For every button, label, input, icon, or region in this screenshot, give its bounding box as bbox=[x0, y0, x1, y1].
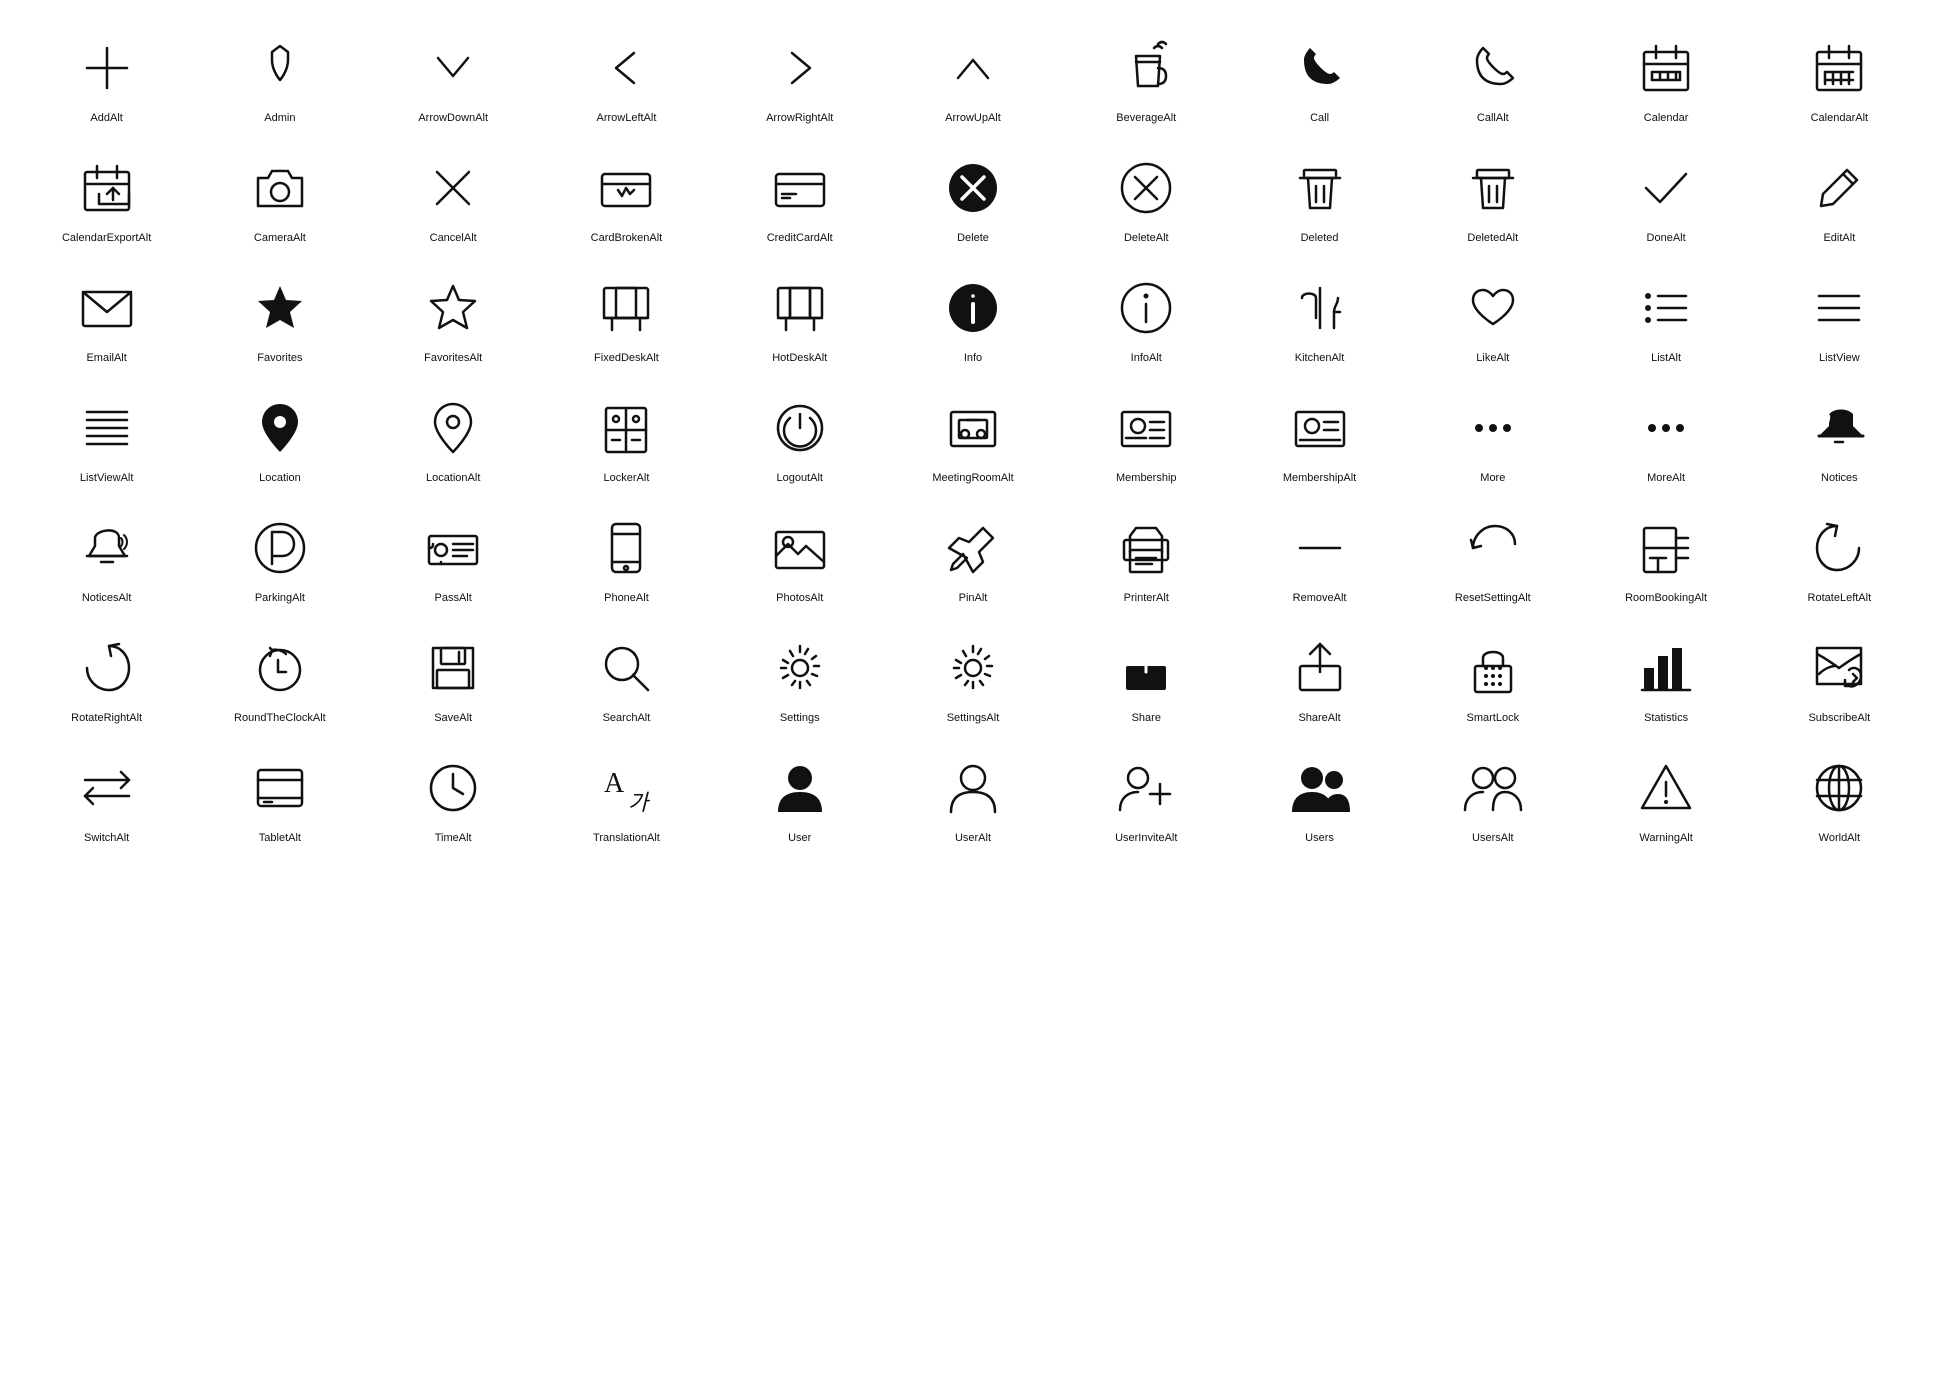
icon-like-alt: LikeAlt bbox=[1406, 260, 1579, 370]
icon-call-alt: CallAlt bbox=[1406, 20, 1579, 130]
icon-camera-alt: CameraAlt bbox=[193, 140, 366, 250]
icon-meeting-room-alt: MeetingRoomAlt bbox=[886, 380, 1059, 490]
icon-smart-lock: SmartLock bbox=[1406, 620, 1579, 730]
icon-locker-alt: LockerAlt bbox=[540, 380, 713, 490]
icon-subscribe-alt: SubscribeAlt bbox=[1753, 620, 1926, 730]
icon-parking-alt: ParkingAlt bbox=[193, 500, 366, 610]
icon-calendar: Calendar bbox=[1579, 20, 1752, 130]
icon-card-broken-alt: CardBrokenAlt bbox=[540, 140, 713, 250]
icon-location: Location bbox=[193, 380, 366, 490]
icon-list-view-alt: ListViewAlt bbox=[20, 380, 193, 490]
icon-remove-alt: RemoveAlt bbox=[1233, 500, 1406, 610]
icon-location-alt: LocationAlt bbox=[367, 380, 540, 490]
icon-membership: Membership bbox=[1060, 380, 1233, 490]
icon-delete: Delete bbox=[886, 140, 1059, 250]
icon-user: User bbox=[713, 740, 886, 850]
icon-deleted-alt: DeletedAlt bbox=[1406, 140, 1579, 250]
icon-calendar-export-alt: CalendarExportAlt bbox=[20, 140, 193, 250]
icon-delete-alt: DeleteAlt bbox=[1060, 140, 1233, 250]
icon-user-invite-alt: UserInviteAlt bbox=[1060, 740, 1233, 850]
icon-favorites: Favorites bbox=[193, 260, 366, 370]
icon-save-alt: SaveAlt bbox=[367, 620, 540, 730]
icon-grid: AddAlt Admin ArrowDownAlt ArrowLeftAlt A… bbox=[20, 20, 1926, 850]
icon-pass-alt: PassAlt bbox=[367, 500, 540, 610]
icon-time-alt: TimeAlt bbox=[367, 740, 540, 850]
icon-info: Info bbox=[886, 260, 1059, 370]
icon-beverage-alt: BeverageAlt bbox=[1060, 20, 1233, 130]
icon-round-clock-alt: RoundTheClockAlt bbox=[193, 620, 366, 730]
icon-notices: Notices bbox=[1753, 380, 1926, 490]
icon-settings-alt: SettingsAlt bbox=[886, 620, 1059, 730]
icon-kitchen-alt: KitchenAlt bbox=[1233, 260, 1406, 370]
icon-add-alt: AddAlt bbox=[20, 20, 193, 130]
svg-text:A: A bbox=[604, 768, 625, 799]
icon-logout-alt: LogoutAlt bbox=[713, 380, 886, 490]
icon-pin-alt: PinAlt bbox=[886, 500, 1059, 610]
icon-notices-alt: NoticesAlt bbox=[20, 500, 193, 610]
icon-settings: Settings bbox=[713, 620, 886, 730]
icon-warning-alt: WarningAlt bbox=[1579, 740, 1752, 850]
icon-statistics: Statistics bbox=[1579, 620, 1752, 730]
icon-favorites-alt: FavoritesAlt bbox=[367, 260, 540, 370]
icon-translation-alt: A 가 TranslationAlt bbox=[540, 740, 713, 850]
icon-arrow-right-alt: ArrowRightAlt bbox=[713, 20, 886, 130]
icon-calendar-alt: CalendarAlt bbox=[1753, 20, 1926, 130]
icon-membership-alt: MembershipAlt bbox=[1233, 380, 1406, 490]
icon-arrow-up-alt: ArrowUpAlt bbox=[886, 20, 1059, 130]
icon-fixed-desk-alt: FixedDeskAlt bbox=[540, 260, 713, 370]
icon-tablet-alt: TabletAlt bbox=[193, 740, 366, 850]
icon-phone-alt: PhoneAlt bbox=[540, 500, 713, 610]
icon-done-alt: DoneAlt bbox=[1579, 140, 1752, 250]
icon-edit-alt: EditAlt bbox=[1753, 140, 1926, 250]
icon-share: Share bbox=[1060, 620, 1233, 730]
icon-reset-setting-alt: ResetSettingAlt bbox=[1406, 500, 1579, 610]
icon-photos-alt: PhotosAlt bbox=[713, 500, 886, 610]
icon-rotate-left-alt: RotateLeftAlt bbox=[1753, 500, 1926, 610]
icon-more: More bbox=[1406, 380, 1579, 490]
icon-call: Call bbox=[1233, 20, 1406, 130]
icon-share-alt: ShareAlt bbox=[1233, 620, 1406, 730]
icon-more-alt: MoreAlt bbox=[1579, 380, 1752, 490]
svg-text:가: 가 bbox=[628, 790, 651, 815]
icon-switch-alt: SwitchAlt bbox=[20, 740, 193, 850]
icon-arrow-down-alt: ArrowDownAlt bbox=[367, 20, 540, 130]
icon-arrow-left-alt: ArrowLeftAlt bbox=[540, 20, 713, 130]
icon-search-alt: SearchAlt bbox=[540, 620, 713, 730]
icon-info-alt: InfoAlt bbox=[1060, 260, 1233, 370]
icon-world-alt: WorldAlt bbox=[1753, 740, 1926, 850]
icon-admin: Admin bbox=[193, 20, 366, 130]
icon-users-alt: UsersAlt bbox=[1406, 740, 1579, 850]
icon-cancel-alt: CancelAlt bbox=[367, 140, 540, 250]
icon-deleted: Deleted bbox=[1233, 140, 1406, 250]
icon-room-booking-alt: RoomBookingAlt bbox=[1579, 500, 1752, 610]
icon-user-alt: UserAlt bbox=[886, 740, 1059, 850]
icon-hot-desk-alt: HotDeskAlt bbox=[713, 260, 886, 370]
icon-printer-alt: PrinterAlt bbox=[1060, 500, 1233, 610]
icon-list-alt: ListAlt bbox=[1579, 260, 1752, 370]
icon-credit-card-alt: CreditCardAlt bbox=[713, 140, 886, 250]
icon-users: Users bbox=[1233, 740, 1406, 850]
icon-email-alt: EmailAlt bbox=[20, 260, 193, 370]
icon-rotate-right-alt: RotateRightAlt bbox=[20, 620, 193, 730]
icon-list-view: ListView bbox=[1753, 260, 1926, 370]
